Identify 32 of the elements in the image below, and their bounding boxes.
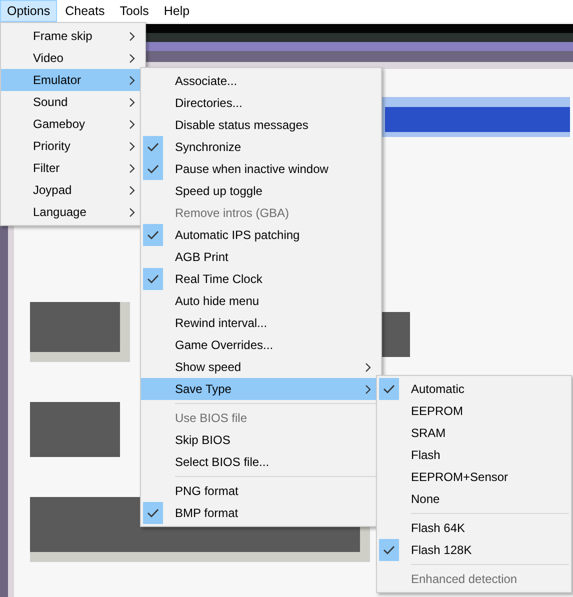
check-icon [147, 230, 159, 240]
menu-item[interactable]: Auto hide menu [141, 290, 381, 312]
check-icon [383, 384, 395, 394]
check-icon [147, 142, 159, 152]
menu-item[interactable]: None [377, 488, 571, 510]
menu-item[interactable]: Pause when inactive window [141, 158, 381, 180]
menu-item[interactable]: Flash 64K [377, 517, 571, 539]
menu-item[interactable]: Frame skip [1, 25, 145, 47]
menu-item[interactable]: Video [1, 47, 145, 69]
check-icon [383, 545, 395, 555]
menu-item[interactable]: EEPROM+Sensor [377, 466, 571, 488]
menu-item[interactable]: Flash [377, 444, 571, 466]
menu-item[interactable]: AGB Print [141, 246, 381, 268]
menu-item[interactable]: Directories... [141, 92, 381, 114]
check-icon [147, 508, 159, 518]
menu-item[interactable]: Flash 128K [377, 539, 571, 561]
check-icon [147, 164, 159, 174]
menu-item[interactable]: SRAM [377, 422, 571, 444]
menu-item[interactable]: Disable status messages [141, 114, 381, 136]
menu-bar-item[interactable]: Help [156, 0, 197, 22]
menu-item[interactable]: Synchronize [141, 136, 381, 158]
menu-bar-item[interactable]: Options [0, 0, 58, 22]
menu-item[interactable]: Show speed [141, 356, 381, 378]
menu-bar-item[interactable]: Tools [112, 0, 156, 22]
menu-item[interactable]: Speed up toggle [141, 180, 381, 202]
menu-item[interactable]: Automatic IPS patching [141, 224, 381, 246]
menu-item[interactable]: Real Time Clock [141, 268, 381, 290]
menu-item[interactable]: EEPROM [377, 400, 571, 422]
menu-bar-item[interactable]: Cheats [58, 0, 112, 22]
check-icon [147, 274, 159, 284]
menu-item[interactable]: Game Overrides... [141, 334, 381, 356]
menu-item[interactable]: Rewind interval... [141, 312, 381, 334]
